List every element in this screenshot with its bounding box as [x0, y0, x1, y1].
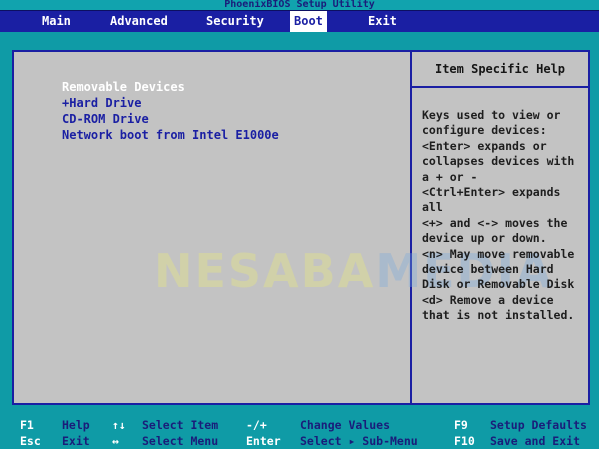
help-line: <n> May move removable	[422, 246, 575, 261]
help-line: a + or -	[422, 169, 478, 184]
help-line: Keys used to view or	[422, 108, 561, 122]
footer-desc-setup-defaults: Setup Defaults	[490, 418, 587, 432]
main-panel: Removable Devices +Hard Drive CD-ROM Dri…	[12, 50, 590, 405]
footer-key-minus-plus: -/+	[246, 418, 267, 432]
footer-keybar: F1 Help ↑↓ Select Item -/+ Change Values…	[0, 413, 599, 449]
tab-security[interactable]: Security	[202, 11, 268, 32]
footer-desc-select-item: Select Item	[142, 418, 219, 432]
help-line: all	[422, 200, 443, 215]
footer-key-f10: F10	[454, 434, 475, 448]
boot-item-hard-drive[interactable]: +Hard Drive	[62, 96, 141, 111]
footer-key-enter: Enter	[246, 434, 281, 448]
tab-exit[interactable]: Exit	[364, 11, 401, 32]
tab-advanced[interactable]: Advanced	[106, 11, 172, 32]
help-line: that is not installed.	[422, 308, 575, 323]
footer-desc-exit: Exit	[62, 434, 90, 448]
tab-boot[interactable]: Boot	[290, 11, 327, 32]
boot-item-cd-rom-drive[interactable]: CD-ROM Drive	[62, 112, 149, 127]
help-line: collapses devices with	[422, 154, 575, 169]
boot-order-pane: Removable Devices +Hard Drive CD-ROM Dri…	[14, 52, 551, 403]
help-line: device up or down.	[422, 231, 547, 246]
help-line: <d> Remove a device	[422, 292, 554, 307]
boot-item-removable-devices[interactable]: Removable Devices	[62, 80, 185, 95]
footer-desc-save-and-exit: Save and Exit	[490, 434, 581, 448]
help-line: <Ctrl+Enter> expands	[422, 185, 561, 200]
app-title: PhoenixBIOS Setup Utility	[0, 0, 599, 10]
footer-key-updown: ↑↓	[112, 418, 126, 432]
footer-key-esc: Esc	[20, 434, 41, 448]
help-text: Keys used to view or configure devices: <E…	[422, 108, 588, 324]
help-line: configure devices:	[422, 123, 547, 138]
help-header: Item Specific Help	[412, 52, 588, 88]
footer-key-f9: F9	[454, 418, 468, 432]
help-line: <Enter> expands or	[422, 138, 547, 153]
help-line: Disk or Removable Disk	[422, 277, 575, 292]
watermark-part1: NESABA	[154, 244, 376, 298]
footer-desc-select-submenu: Select ▸ Sub-Menu	[300, 434, 418, 448]
boot-item-network-boot[interactable]: Network boot from Intel E1000e	[62, 128, 279, 143]
menu-bar: Main Advanced Security Boot Exit	[0, 10, 599, 32]
footer-desc-change-values: Change Values	[300, 418, 391, 432]
footer-desc-select-menu: Select Menu	[142, 434, 219, 448]
help-pane: Item Specific Help Keys used to view or c…	[412, 52, 588, 403]
footer-key-leftright: ↔	[112, 434, 119, 448]
tab-main[interactable]: Main	[38, 11, 75, 32]
footer-desc-help: Help	[62, 418, 90, 432]
footer-key-f1: F1	[20, 418, 34, 432]
help-line: <+> and <-> moves the	[422, 215, 568, 230]
help-line: device between Hard	[422, 262, 554, 277]
